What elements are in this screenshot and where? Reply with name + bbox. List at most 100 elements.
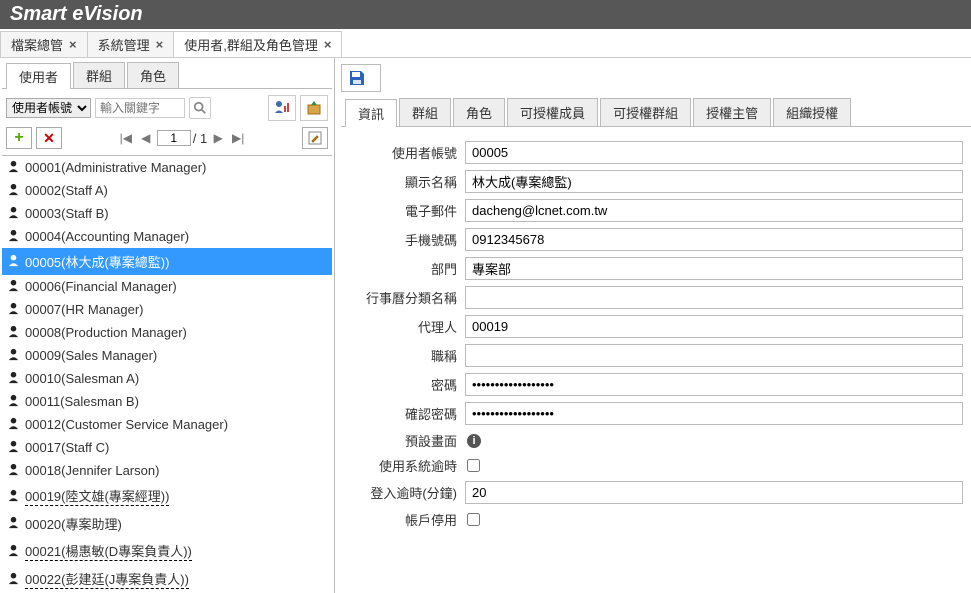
user-stats-icon <box>273 99 291 117</box>
user-item-label: 00019(陸文雄(專案經理)) <box>25 485 169 506</box>
sub-tab-0[interactable]: 使用者 <box>6 63 71 89</box>
detail-tab-1[interactable]: 群組 <box>399 98 451 126</box>
person-icon <box>7 183 21 197</box>
tab-label: 使用者,群組及角色管理 <box>184 35 318 54</box>
person-icon <box>7 160 21 174</box>
person-icon <box>7 206 21 220</box>
user-item-label: 00003(Staff B) <box>25 205 109 221</box>
confirm-password-input[interactable] <box>465 402 963 425</box>
user-list-item[interactable]: 00004(Accounting Manager) <box>2 225 332 248</box>
next-page-button[interactable]: ▶ <box>209 129 227 147</box>
save-button[interactable] <box>348 69 374 87</box>
user-list-item[interactable]: 00020(專案助理) <box>2 510 332 537</box>
disable-checkbox[interactable] <box>467 513 480 526</box>
user-list-item[interactable]: 00009(Sales Manager) <box>2 344 332 367</box>
sub-tab-1[interactable]: 群組 <box>73 62 125 88</box>
email-input[interactable] <box>465 199 963 222</box>
user-list-item[interactable]: 00002(Staff A) <box>2 179 332 202</box>
person-icon <box>7 572 21 586</box>
user-item-label: 00008(Production Manager) <box>25 324 187 340</box>
person-icon <box>7 417 21 431</box>
add-button[interactable]: + <box>6 127 32 149</box>
title-input[interactable] <box>465 344 963 367</box>
sub-tab-2[interactable]: 角色 <box>127 62 179 88</box>
user-item-label: 00021(楊惠敏(D專案負責人)) <box>25 540 192 561</box>
person-icon <box>7 516 21 530</box>
person-icon <box>7 348 21 362</box>
account-input[interactable] <box>465 141 963 164</box>
display-name-input[interactable] <box>465 170 963 193</box>
prev-page-button[interactable]: ◀ <box>137 129 155 147</box>
person-icon <box>7 463 21 477</box>
user-form: 使用者帳號 顯示名稱 電子郵件 手機號碼 部門 行事曆分類名稱 代理人 職稱 密… <box>341 127 971 539</box>
save-toolbar <box>341 64 381 92</box>
person-icon <box>7 440 21 454</box>
password-input[interactable] <box>465 373 963 396</box>
tab-close-icon[interactable]: × <box>69 37 77 52</box>
detail-tab-0[interactable]: 資訊 <box>345 99 397 127</box>
user-list-item[interactable]: 00022(彭建廷(J專案負責人)) <box>2 565 332 593</box>
edit-button[interactable] <box>302 127 328 149</box>
login-timeout-input[interactable] <box>465 481 963 504</box>
detail-tab-5[interactable]: 授權主管 <box>693 98 771 126</box>
person-icon <box>7 371 21 385</box>
box-arrow-icon <box>305 99 323 117</box>
delete-button[interactable]: ✕ <box>36 127 62 149</box>
user-list-item[interactable]: 00006(Financial Manager) <box>2 275 332 298</box>
search-field-select[interactable]: 使用者帳號 <box>6 98 91 118</box>
user-item-label: 00002(Staff A) <box>25 182 108 198</box>
detail-tab-4[interactable]: 可授權群組 <box>600 98 691 126</box>
agent-input[interactable] <box>465 315 963 338</box>
export-button[interactable] <box>300 95 328 121</box>
person-icon <box>7 394 21 408</box>
user-item-label: 00020(專案助理) <box>25 513 122 533</box>
tab-close-icon[interactable]: × <box>324 37 332 52</box>
first-page-button[interactable]: |◀ <box>117 129 135 147</box>
user-item-label: 00009(Sales Manager) <box>25 347 157 363</box>
last-page-button[interactable]: ▶| <box>229 129 247 147</box>
label-email: 電子郵件 <box>345 201 465 220</box>
user-list-item[interactable]: 00008(Production Manager) <box>2 321 332 344</box>
user-list-item[interactable]: 00019(陸文雄(專案經理)) <box>2 482 332 510</box>
user-list: 00001(Administrative Manager) 00002(Staff… <box>2 155 332 593</box>
mobile-input[interactable] <box>465 228 963 251</box>
user-item-label: 00010(Salesman A) <box>25 370 139 386</box>
calendar-input[interactable] <box>465 286 963 309</box>
search-button[interactable] <box>189 97 211 119</box>
page-total: / 1 <box>193 131 207 146</box>
person-icon <box>7 489 21 503</box>
main-tab-2[interactable]: 使用者,群組及角色管理 × <box>173 31 342 57</box>
label-mobile: 手機號碼 <box>345 230 465 249</box>
user-list-item[interactable]: 00010(Salesman A) <box>2 367 332 390</box>
label-calendar: 行事曆分類名稱 <box>345 288 465 307</box>
user-list-item[interactable]: 00018(Jennifer Larson) <box>2 459 332 482</box>
label-dept: 部門 <box>345 259 465 278</box>
user-list-item[interactable]: 00003(Staff B) <box>2 202 332 225</box>
user-list-item[interactable]: 00007(HR Manager) <box>2 298 332 321</box>
page-number-input[interactable] <box>157 130 191 146</box>
system-timeout-checkbox[interactable] <box>467 459 480 472</box>
user-list-item[interactable]: 00001(Administrative Manager) <box>2 156 332 179</box>
user-item-label: 00012(Customer Service Manager) <box>25 416 228 432</box>
dept-input[interactable] <box>465 257 963 280</box>
tab-label: 系統管理 <box>98 35 150 54</box>
search-toolbar: 使用者帳號 <box>2 89 332 127</box>
main-tab-0[interactable]: 檔案總管× <box>0 31 88 57</box>
user-list-item[interactable]: 00011(Salesman B) <box>2 390 332 413</box>
search-input[interactable] <box>95 98 185 118</box>
user-list-item[interactable]: 00021(楊惠敏(D專案負責人)) <box>2 537 332 565</box>
user-item-label: 00007(HR Manager) <box>25 301 144 317</box>
label-pwd: 密碼 <box>345 375 465 394</box>
user-item-label: 00022(彭建廷(J專案負責人)) <box>25 568 189 589</box>
main-tab-1[interactable]: 系統管理 × <box>87 31 175 57</box>
user-list-item[interactable]: 00005(林大成(專案總監)) <box>2 248 332 275</box>
pencil-icon <box>307 130 323 146</box>
detail-tab-3[interactable]: 可授權成員 <box>507 98 598 126</box>
detail-tab-6[interactable]: 組織授權 <box>773 98 851 126</box>
info-icon[interactable]: i <box>467 434 481 448</box>
tab-close-icon[interactable]: × <box>156 37 164 52</box>
user-list-item[interactable]: 00012(Customer Service Manager) <box>2 413 332 436</box>
user-list-item[interactable]: 00017(Staff C) <box>2 436 332 459</box>
users-overview-button[interactable] <box>268 95 296 121</box>
detail-tab-2[interactable]: 角色 <box>453 98 505 126</box>
